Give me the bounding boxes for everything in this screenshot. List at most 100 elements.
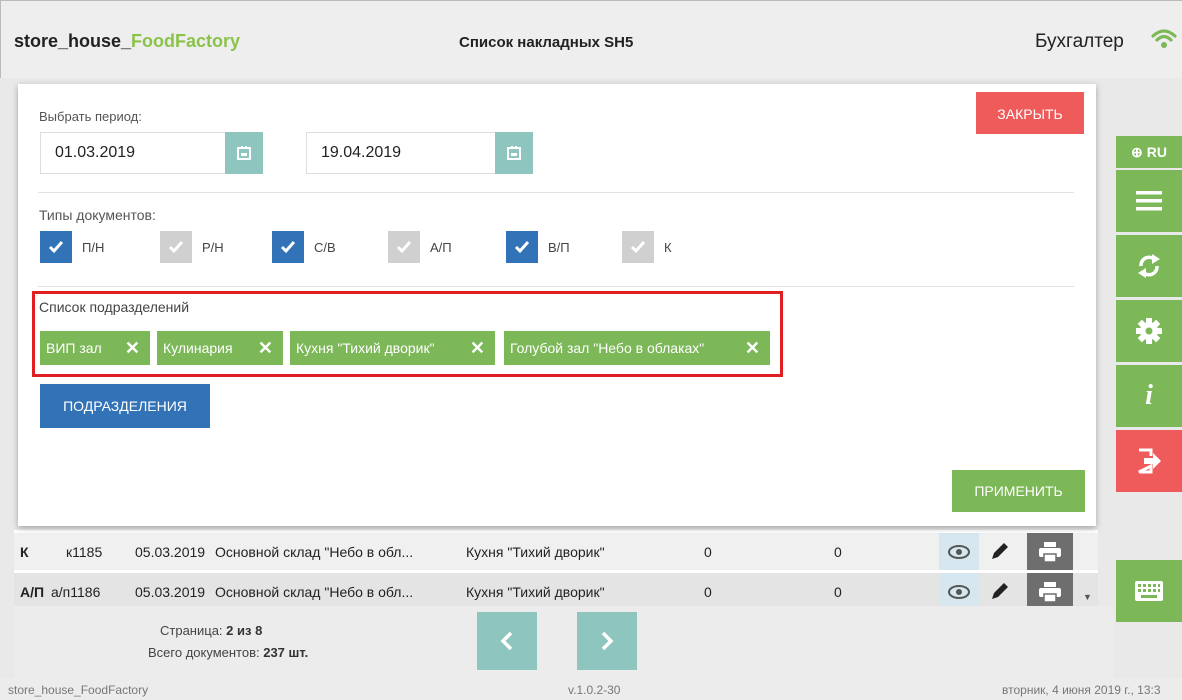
checkbox-box [388,231,420,263]
print-button[interactable] [1027,533,1073,570]
divider [38,286,1074,287]
user-role: Бухгалтер [1035,31,1124,52]
doc-number-cell: к1185 [66,544,103,560]
checkmark-icon [280,241,296,254]
departments-button[interactable]: ПОДРАЗДЕЛЕНИЯ [40,384,210,428]
doc-from-cell: Основной склад "Небо в обл... [215,584,414,600]
app-title: store_house_FoodFactory [14,31,240,52]
checkbox-label: Р/Н [202,239,224,255]
documents-table: К к1185 05.03.2019 Основной склад "Небо … [14,530,1098,610]
departments-label: Список подразделений [39,299,190,315]
calendar-icon [237,146,251,160]
checkmark-icon [168,241,184,254]
refresh-button[interactable] [1116,235,1182,297]
info-icon: i [1145,380,1153,411]
view-button[interactable] [939,533,979,570]
pager-info: Страница: 2 из 8 Всего документов: 237 ш… [148,620,308,664]
checkmark-icon [396,241,412,254]
page-value: 2 из 8 [226,623,263,638]
right-toolbar: ⊕ RU i [1116,78,1182,678]
department-tag: Кулинария ✕ [157,331,283,365]
calendar-icon [507,146,521,160]
date-to-input[interactable]: 19.04.2019 [306,132,496,174]
date-to-calendar-button[interactable] [495,132,533,174]
total-prefix: Всего документов: [148,645,264,660]
period-label: Выбрать период: [39,109,142,124]
close-button[interactable]: ЗАКРЫТЬ [976,92,1084,134]
chevron-right-icon [601,631,614,651]
date-from-calendar-button[interactable] [225,132,263,174]
department-tag-label: ВИП зал [46,340,102,356]
edit-button[interactable] [990,541,1010,564]
checkmark-icon [630,241,646,254]
info-button[interactable]: i [1116,365,1182,427]
doctype-checkbox-k[interactable]: К [622,231,672,263]
department-tag-label: Кухня "Тихий дворик" [296,340,435,356]
logout-icon [1138,448,1161,474]
department-tag: Голубой зал "Небо в облаках" ✕ [504,331,770,365]
eye-icon [948,584,970,599]
close-icon[interactable]: ✕ [258,338,273,359]
department-tag: Кухня "Тихий дворик" ✕ [290,331,495,365]
checkbox-box [506,231,538,263]
doctype-checkbox-pn[interactable]: П/Н [40,231,104,263]
language-label: RU [1146,144,1167,160]
pencil-icon [992,583,1008,599]
doctype-checkbox-ap[interactable]: А/П [388,231,452,263]
doc-types-label: Типы документов: [39,207,156,223]
printer-icon [1039,581,1061,602]
checkbox-box [622,231,654,263]
table-row[interactable]: А/П а/п1186 05.03.2019 Основной склад "Н… [14,573,1098,610]
edit-button[interactable] [990,581,1010,604]
department-tag-label: Голубой зал "Небо в облаках" [510,340,705,356]
prev-page-button[interactable] [477,612,537,670]
view-button[interactable] [939,573,979,610]
checkbox-box [272,231,304,263]
checkbox-label: К [664,239,672,255]
doc-date-cell: 05.03.2019 [135,544,206,560]
divider [38,192,1074,193]
date-from-input[interactable]: 01.03.2019 [40,132,226,174]
doc-from-cell: Основной склад "Небо в обл... [215,544,414,560]
logout-button[interactable] [1116,430,1182,492]
total-documents: Всего документов: 237 шт. [148,642,308,664]
settings-button[interactable] [1116,300,1182,362]
language-button[interactable]: ⊕ RU [1116,136,1182,168]
close-icon[interactable]: ✕ [470,338,485,359]
checkbox-label: С/В [314,239,336,255]
print-button[interactable] [1027,573,1073,610]
refresh-icon [1138,254,1160,278]
close-icon[interactable]: ✕ [745,338,760,359]
department-tag-label: Кулинария [163,340,233,356]
app-header: store_house_FoodFactory Список накладных… [0,0,1182,78]
doctype-checkbox-vp[interactable]: В/П [506,231,570,263]
page-title: Список накладных SH5 [459,34,634,51]
footer-version: v.1.0.2-30 [568,683,621,697]
doctype-checkbox-rn[interactable]: Р/Н [160,231,224,263]
scroll-down-arrow[interactable]: ▼ [1083,592,1092,602]
doctype-checkbox-sv[interactable]: С/В [272,231,336,263]
department-tag: ВИП зал ✕ [40,331,150,365]
next-page-button[interactable] [577,612,637,670]
app-title-prefix: store_house_ [14,31,132,51]
checkbox-label: П/Н [82,239,105,255]
checkmark-icon [48,241,64,254]
doc-type-cell: К [20,544,29,560]
filter-panel: Выбрать период: 01.03.2019 19.04.2019 ЗА… [18,84,1096,526]
menu-button[interactable] [1116,170,1182,232]
doc-to-cell: Кухня "Тихий дворик" [466,544,605,560]
doc-value2-cell: 0 [834,584,842,600]
hamburger-icon [1136,191,1162,211]
keyboard-button[interactable] [1116,560,1182,622]
close-icon[interactable]: ✕ [125,338,140,359]
page-indicator: Страница: 2 из 8 [148,620,308,642]
apply-button[interactable]: ПРИМЕНИТЬ [952,470,1085,512]
table-row[interactable]: К к1185 05.03.2019 Основной склад "Небо … [14,533,1098,570]
checkbox-box [160,231,192,263]
doc-value2-cell: 0 [834,544,842,560]
chevron-left-icon [500,631,513,651]
doc-value1-cell: 0 [704,544,712,560]
keyboard-icon [1135,581,1163,601]
app-title-accent: FoodFactory [131,31,241,51]
total-value: 237 шт. [263,645,309,660]
